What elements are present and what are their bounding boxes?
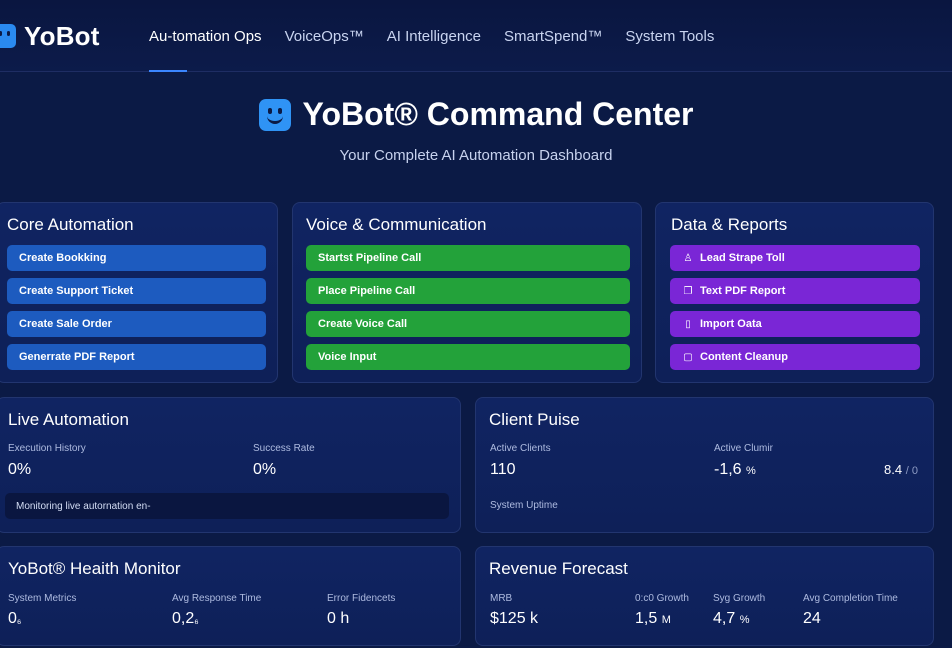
revenue-forecast-card: Revenue Forecast MRB $125 k 0:c0 Growth …	[475, 546, 934, 646]
nav-tab-automation-ops[interactable]: Au-tomation Ops	[149, 0, 262, 72]
nav-tab-ai-intelligence[interactable]: AI Intelligence	[387, 0, 481, 72]
main-nav: Au-tomation Ops VoiceOps™ AI Intelligenc…	[149, 0, 737, 72]
card-title: Voice & Communication	[306, 215, 487, 234]
trash-icon: ▢	[683, 351, 693, 363]
brand-logo[interactable]: YoBot	[0, 20, 100, 52]
page-title: YoBot® Command Center	[302, 96, 694, 132]
error-incidents-label: Error Fidencets	[327, 593, 396, 604]
syg-growth-label: Syg Growth	[713, 593, 766, 604]
growth-value: 1,5 M	[635, 610, 671, 627]
generate-pdf-report-button[interactable]: Generrate PDF Report	[7, 344, 266, 370]
button-label: Text PDF Report	[700, 285, 786, 297]
top-navigation-bar: YoBot Au-tomation Ops VoiceOps™ AI Intel…	[0, 0, 952, 72]
create-support-ticket-button[interactable]: Create Support Ticket	[7, 278, 266, 304]
avg-completion-time-value: 24	[803, 610, 821, 627]
import-icon: ▯	[685, 318, 691, 330]
card-title: Live Automation	[8, 410, 129, 429]
data-reports-card: Data & Reports ♙ Lead Strape Toll ❐ Text…	[655, 202, 934, 383]
mrb-label: MRB	[490, 593, 513, 604]
brand-name: YoBot	[24, 20, 100, 51]
robot-face-icon	[0, 24, 16, 48]
voice-communication-card: Voice & Communication Startst Pipeline C…	[292, 202, 642, 383]
flask-icon: ♙	[683, 252, 693, 264]
button-label: Content Cleanup	[700, 351, 788, 363]
avg-completion-time-label: Avg Completion Time	[803, 593, 898, 604]
voice-input-button[interactable]: Voice Input	[306, 344, 630, 370]
success-rate-label: Success Rate	[253, 443, 315, 454]
card-title: YoBot® Heaith Monitor	[8, 559, 181, 578]
create-booking-button[interactable]: Create Bookking	[7, 245, 266, 271]
growth-label: 0:c0 Growth	[635, 593, 689, 604]
active-clients-label: Active Clients	[490, 443, 551, 454]
execution-history-value: 0%	[8, 461, 32, 478]
error-incidents-value: 0 h	[327, 610, 350, 627]
card-title: Client Puise	[489, 410, 580, 429]
system-metrics-value: 0₆	[8, 610, 22, 627]
smiley-robot-icon	[258, 98, 291, 131]
syg-growth-value: 4,7 %	[713, 610, 750, 627]
document-icon: ❐	[683, 285, 693, 297]
place-pipeline-call-button[interactable]: Place Pipeline Call	[306, 278, 630, 304]
start-pipeline-call-button[interactable]: Startst Pipeline Call	[306, 245, 630, 271]
system-metrics-label: System Metrics	[8, 593, 77, 604]
create-voice-call-button[interactable]: Create Voice Call	[306, 311, 630, 337]
system-uptime-label: System Uptime	[490, 500, 558, 511]
mrb-value: $125 k	[490, 610, 539, 627]
avg-response-time-value: 0,2₆	[172, 610, 199, 627]
card-title: Revenue Forecast	[489, 559, 628, 578]
active-clumir-label: Active Clumir	[714, 443, 773, 454]
success-rate-value: 0%	[253, 461, 277, 478]
create-sale-order-button[interactable]: Create Sale Order	[7, 311, 266, 337]
content-cleanup-button[interactable]: ▢ Content Cleanup	[670, 344, 920, 370]
active-clumir-value: -1,6 %	[714, 461, 756, 478]
page-subtitle: Your Complete AI Automation Dashboard	[339, 147, 613, 164]
nav-tab-smartspend[interactable]: SmartSpend™	[504, 0, 602, 72]
button-label: Lead Strape Toll	[700, 252, 785, 264]
page-header: YoBot® Command Center	[0, 96, 952, 133]
live-automation-card: Live Automation Execution History 0% Suc…	[0, 397, 461, 533]
card-title: Core Automation	[7, 215, 134, 234]
nav-tab-system-tools[interactable]: System Tools	[625, 0, 714, 72]
avg-response-time-label: Avg Response Time	[172, 593, 262, 604]
monitoring-status-bar: Monitoring live autornation en-	[5, 493, 449, 519]
button-label: Import Oata	[700, 318, 762, 330]
client-pulse-card: Client Puise Active Clients 110 Active C…	[475, 397, 934, 533]
lead-scrape-tool-button[interactable]: ♙ Lead Strape Toll	[670, 245, 920, 271]
text-pdf-report-button[interactable]: ❐ Text PDF Report	[670, 278, 920, 304]
core-automation-card: Core Automation Create Bookking Create S…	[0, 202, 278, 383]
health-monitor-card: YoBot® Heaith Monitor System Metrics 0₆ …	[0, 546, 461, 646]
nav-tab-voiceops[interactable]: VoiceOps™	[285, 0, 364, 72]
execution-history-label: Execution History	[8, 443, 86, 454]
rating-value: 8.4 / 0	[884, 462, 918, 477]
card-title: Data & Reports	[671, 215, 788, 234]
active-clients-value: 110	[490, 461, 516, 478]
import-data-button[interactable]: ▯ Import Oata	[670, 311, 920, 337]
